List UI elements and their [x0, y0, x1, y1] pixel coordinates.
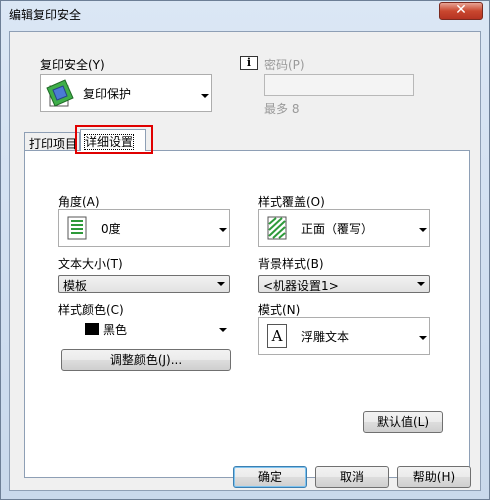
password-field[interactable]	[264, 74, 414, 96]
title-bar: 编辑复印安全 ✕	[1, 1, 489, 27]
detail-settings-panel: 角度(A) 0度 文本大小(T) 模板 样式颜色(C) 黑色 调整颜色(J)..…	[24, 150, 470, 478]
angle-label: 角度(A)	[58, 195, 100, 209]
copy-security-label: 复印安全(Y)	[40, 58, 105, 72]
pattern-overwrite-select[interactable]: 正面（覆写）	[258, 209, 430, 247]
angle-value: 0度	[101, 222, 121, 236]
mode-select[interactable]: A 浮雕文本	[258, 317, 430, 355]
cancel-button-label: 取消	[339, 470, 364, 484]
chevron-down-icon	[419, 336, 427, 340]
close-button[interactable]: ✕	[439, 2, 483, 20]
emboss-text-icon: A	[267, 324, 287, 348]
chevron-down-icon	[217, 282, 225, 286]
ok-button[interactable]: 确定	[233, 466, 307, 488]
password-max-hint: 最多 8	[264, 102, 300, 116]
tab-print-items[interactable]: 打印项目	[24, 132, 80, 151]
ok-button-label: 确定	[257, 470, 282, 484]
background-pattern-value: <机器设置1>	[263, 279, 339, 293]
chevron-down-icon	[417, 282, 425, 286]
copy-security-value: 复印保护	[83, 87, 132, 101]
pattern-color-value: 黑色	[103, 323, 128, 337]
text-size-value: 模板	[63, 279, 88, 293]
angle-select[interactable]: 0度	[58, 209, 230, 247]
close-icon: ✕	[455, 2, 467, 18]
pattern-color-select[interactable]: 黑色	[58, 319, 230, 339]
pattern-overwrite-label: 样式覆盖(O)	[258, 195, 325, 209]
pattern-color-label: 样式颜色(C)	[58, 303, 124, 317]
adjust-color-label: 调整颜色(J)...	[109, 353, 183, 367]
text-size-label: 文本大小(T)	[58, 257, 123, 271]
password-label: 密码(P)	[264, 58, 305, 72]
adjust-color-button[interactable]: 调整颜色(J)...	[61, 349, 231, 371]
tab-print-items-label: 打印项目	[29, 137, 78, 151]
dialog-window: 编辑复印安全 ✕ 复印安全(Y) 复印保护 i 密码(P) 最多 8 打印项目 …	[0, 0, 490, 500]
mode-value: 浮雕文本	[301, 330, 350, 344]
copy-security-select[interactable]: 复印保护	[40, 74, 212, 112]
default-button[interactable]: 默认值(L)	[363, 411, 443, 433]
chevron-down-icon	[201, 94, 209, 98]
pattern-overwrite-value: 正面（覆写）	[301, 222, 374, 236]
cancel-button[interactable]: 取消	[315, 466, 389, 488]
chevron-down-icon	[419, 228, 427, 232]
angle-pattern-icon	[67, 216, 87, 240]
default-button-label: 默认值(L)	[376, 415, 430, 429]
text-size-select[interactable]: 模板	[58, 275, 230, 293]
info-icon: i	[240, 56, 258, 70]
copy-protect-icon	[46, 79, 74, 107]
highlight-box	[75, 125, 153, 154]
background-pattern-select[interactable]: <机器设置1>	[258, 275, 430, 293]
overwrite-pattern-icon	[267, 216, 287, 240]
color-swatch	[85, 323, 99, 335]
chevron-down-icon	[219, 228, 227, 232]
window-title: 编辑复印安全	[9, 8, 82, 22]
help-button[interactable]: 帮助(H)	[397, 466, 471, 488]
chevron-down-icon	[219, 328, 227, 332]
dialog-body: 复印安全(Y) 复印保护 i 密码(P) 最多 8 打印项目 详细设置 角度(A…	[9, 31, 481, 491]
help-button-label: 帮助(H)	[412, 470, 456, 484]
mode-label: 模式(N)	[258, 303, 301, 317]
background-pattern-label: 背景样式(B)	[258, 257, 324, 271]
